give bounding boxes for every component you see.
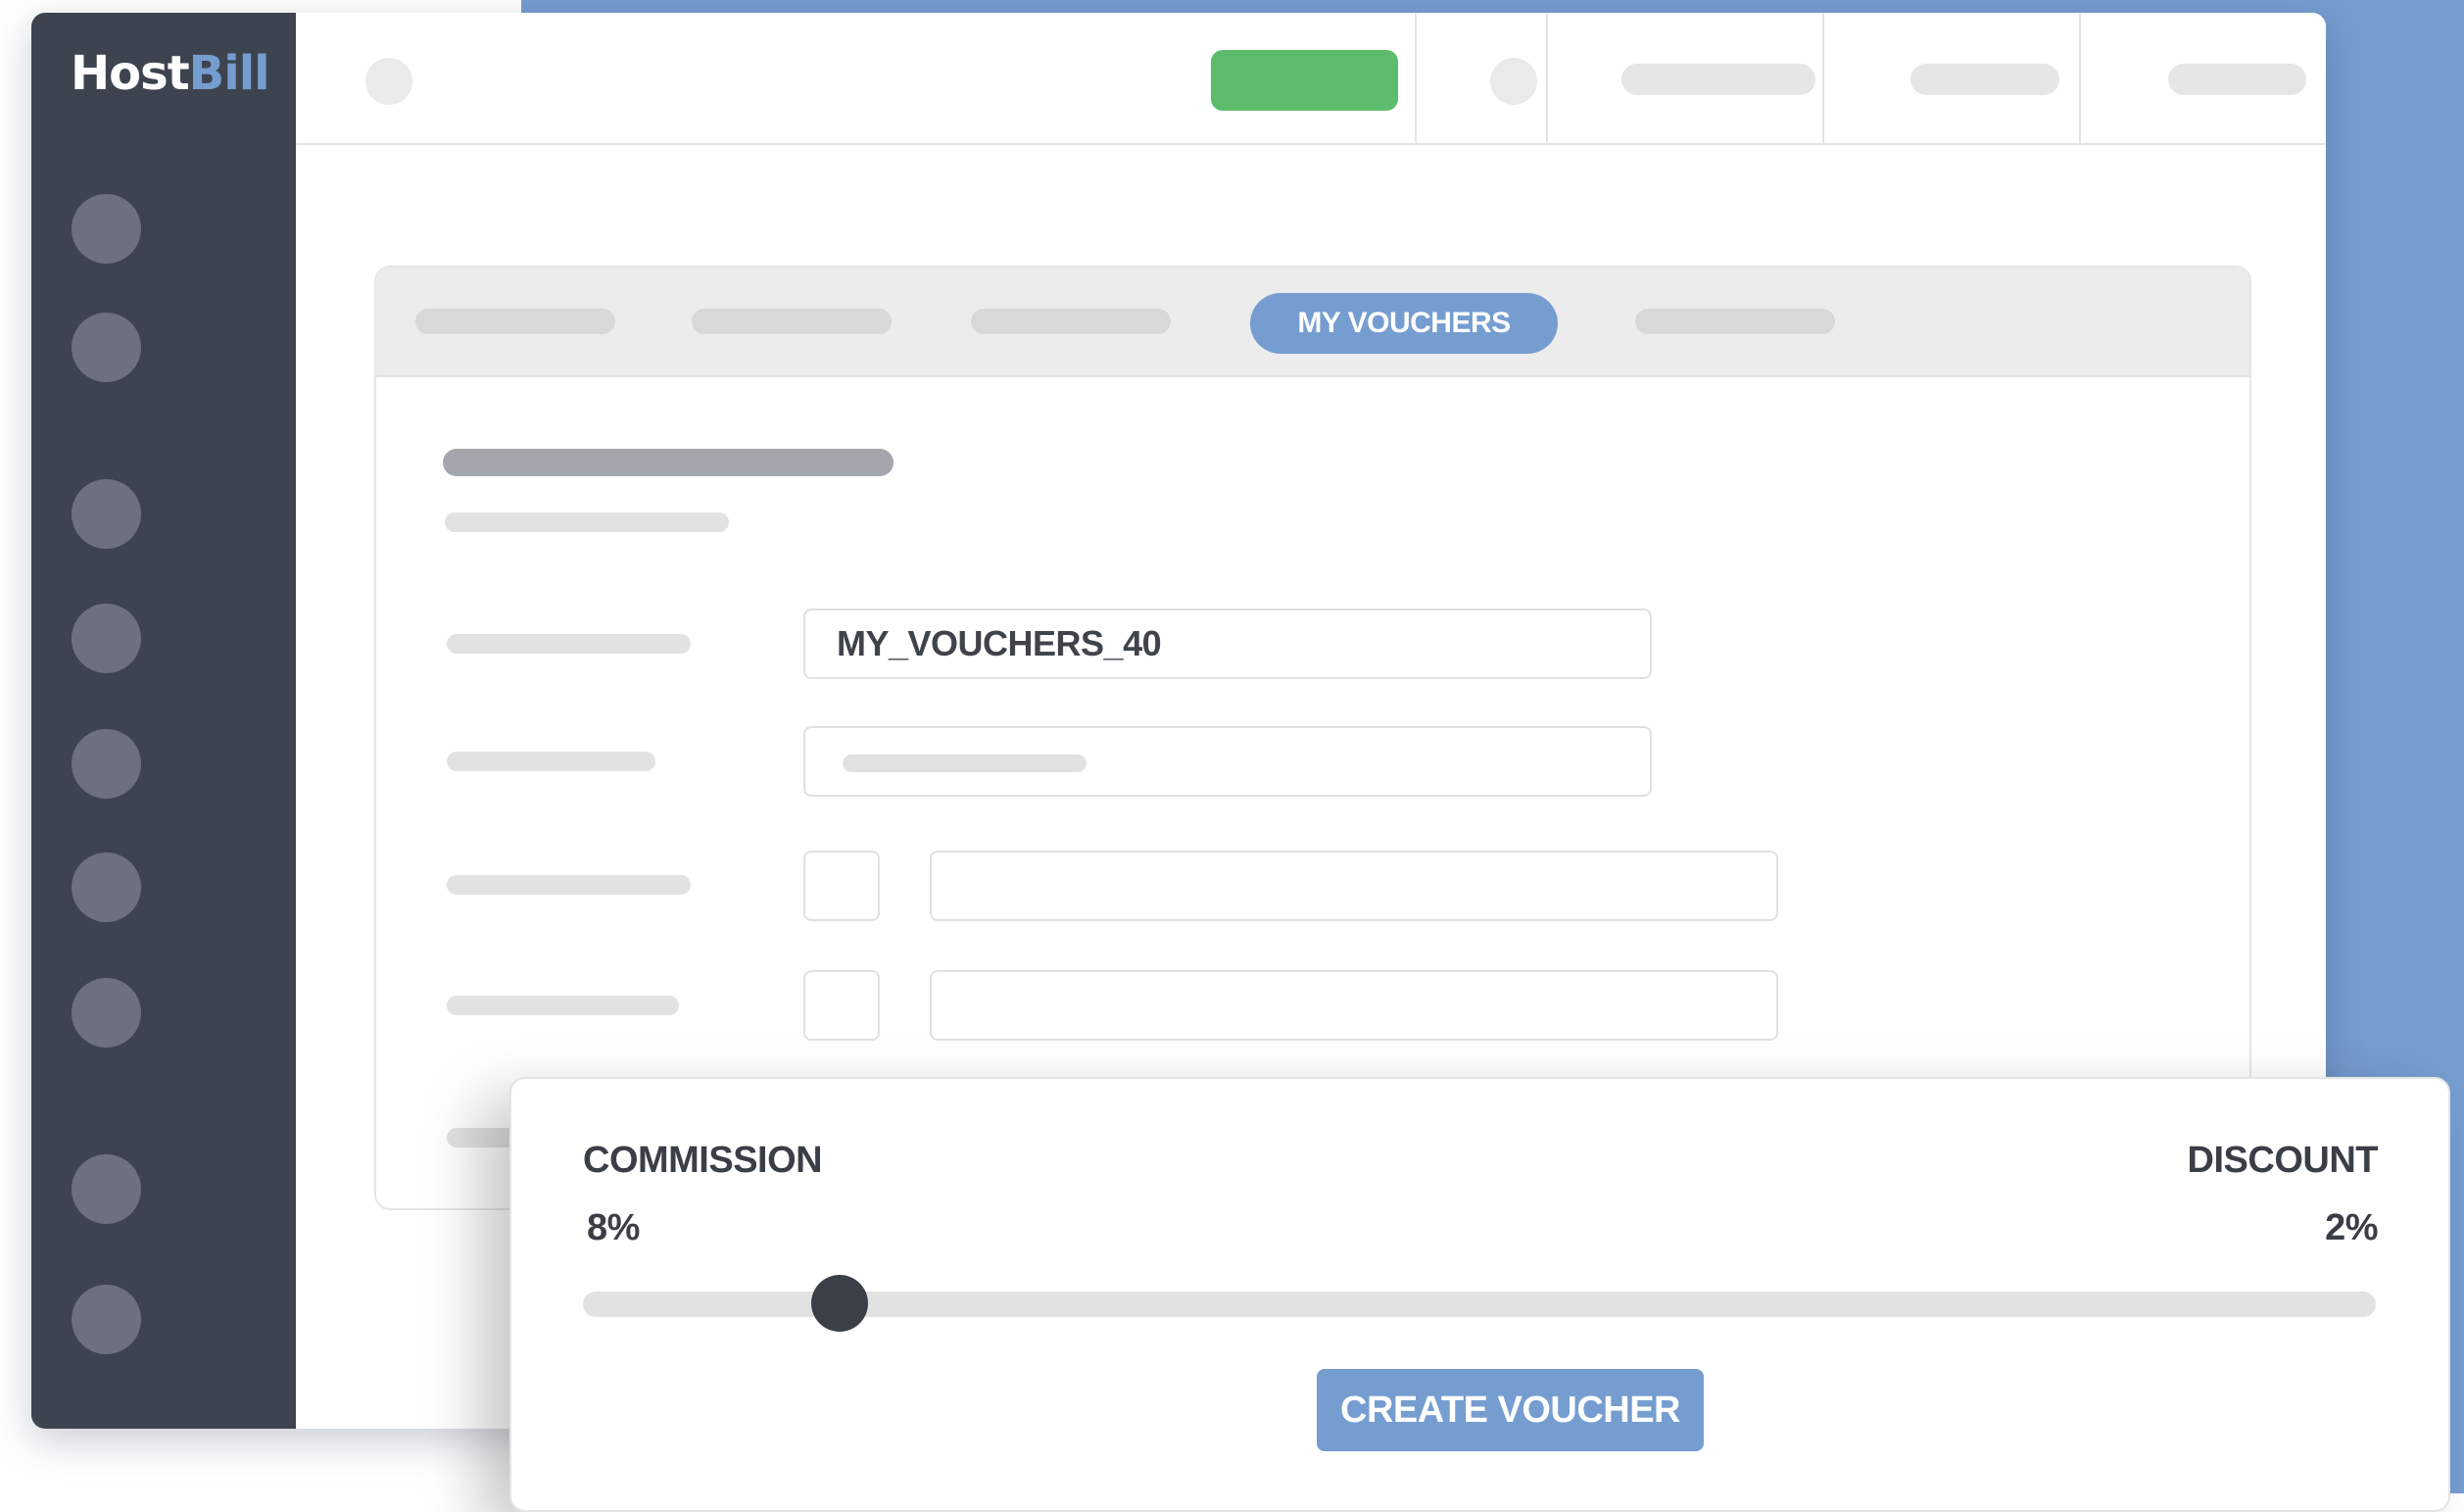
field-input[interactable] (930, 851, 1778, 921)
field-label-placeholder (447, 875, 691, 895)
voucher-code-value: MY_VOUCHERS_40 (837, 623, 1162, 663)
tab-my-vouchers[interactable]: MY VOUCHERS (1250, 293, 1558, 354)
tab-placeholder[interactable] (692, 309, 892, 334)
divider (1546, 13, 1548, 143)
field-label-placeholder (447, 752, 655, 771)
sidebar-nav-icon[interactable] (72, 1154, 141, 1224)
menu-icon[interactable] (365, 58, 412, 105)
input-value-placeholder (843, 755, 1087, 772)
create-voucher-button[interactable]: CREATE VOUCHER (1317, 1369, 1704, 1451)
slider-handle[interactable] (810, 1275, 868, 1332)
voucher-code-input[interactable]: MY_VOUCHERS_40 (803, 609, 1652, 679)
sidebar: HostBill (31, 13, 296, 1429)
sidebar-nav-icon[interactable] (72, 978, 141, 1048)
backdrop-bottom (0, 1426, 588, 1493)
voucher-card: MY VOUCHERS MY_VOUCHERS_40 (374, 266, 2251, 1210)
topbar-menu-item[interactable] (1621, 64, 1815, 95)
checkbox[interactable] (803, 970, 880, 1041)
commission-value: 8% (587, 1207, 640, 1248)
discount-value: 2% (2325, 1207, 2378, 1248)
sidebar-nav-icon[interactable] (72, 479, 141, 549)
tab-bar: MY VOUCHERS (376, 268, 2249, 377)
divider (1415, 13, 1417, 143)
commission-popup: COMMISSION DISCOUNT 8% 2% CREATE VOUCHER (509, 1077, 2450, 1512)
commission-slider[interactable] (583, 1275, 2376, 1332)
field-input[interactable] (803, 726, 1652, 797)
section-title-placeholder (443, 449, 894, 476)
sidebar-nav-icon[interactable] (72, 194, 141, 264)
sidebar-nav-icon[interactable] (72, 729, 141, 799)
commission-label: COMMISSION (583, 1140, 823, 1181)
logo-host: Host (71, 46, 190, 101)
sidebar-nav-icon[interactable] (72, 1285, 141, 1354)
field-label-placeholder (447, 996, 679, 1015)
divider (1822, 13, 1824, 143)
notification-icon[interactable] (1490, 58, 1537, 105)
field-label-placeholder (447, 634, 691, 654)
top-bar (296, 13, 2326, 145)
tab-placeholder[interactable] (415, 309, 615, 334)
divider (2079, 13, 2081, 143)
field-input[interactable] (930, 970, 1778, 1041)
quick-action-button[interactable] (1211, 50, 1398, 111)
section-subtitle-placeholder (445, 512, 729, 532)
tab-placeholder[interactable] (1635, 309, 1835, 334)
sidebar-nav-icon[interactable] (72, 604, 141, 673)
logo-bill: Bill (188, 46, 270, 101)
tab-placeholder[interactable] (971, 309, 1171, 334)
topbar-menu-item[interactable] (1910, 64, 2059, 95)
discount-label: DISCOUNT (2187, 1140, 2379, 1181)
topbar-menu-item[interactable] (2168, 64, 2306, 95)
sidebar-nav-icon[interactable] (72, 313, 141, 382)
logo[interactable]: HostBill (71, 46, 270, 101)
checkbox[interactable] (803, 851, 880, 921)
sidebar-nav-icon[interactable] (72, 853, 141, 922)
